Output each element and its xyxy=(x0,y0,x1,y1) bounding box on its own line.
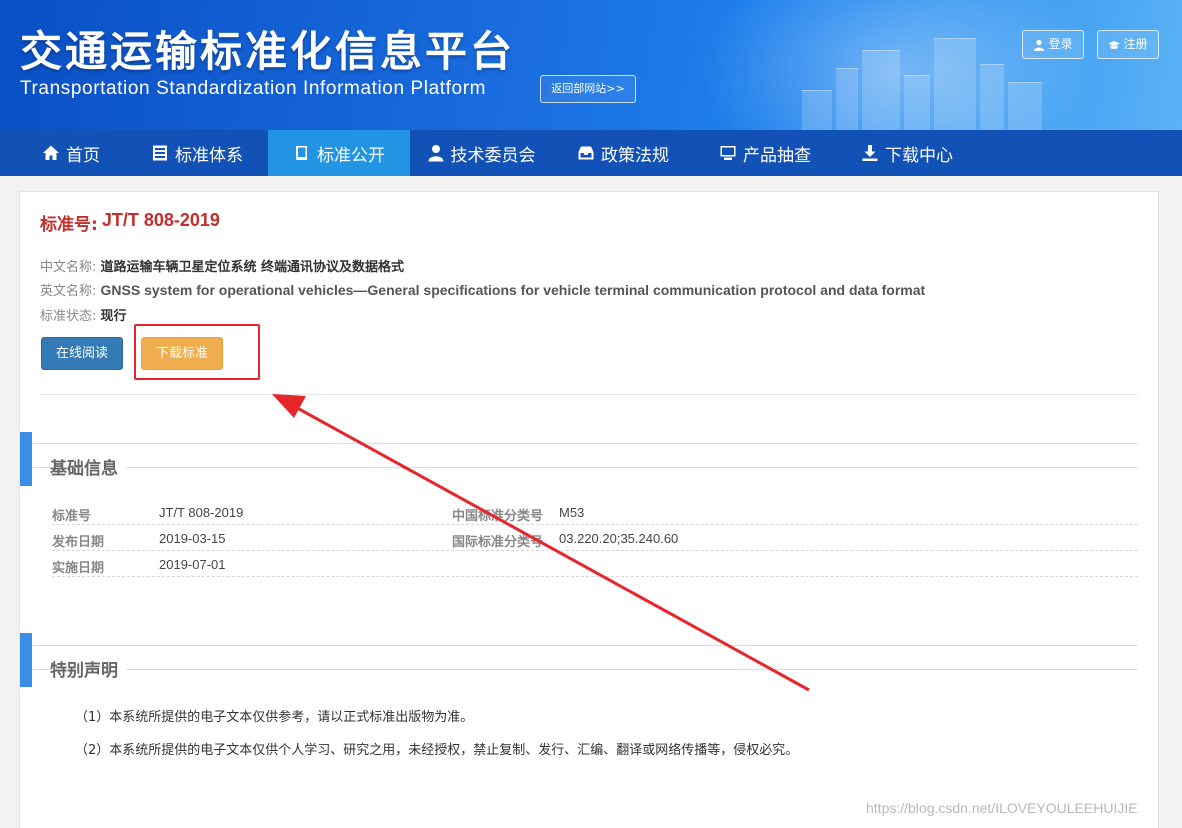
nav-item-download-center[interactable]: 下载中心 xyxy=(836,130,978,176)
notice-title: 特别声明 xyxy=(50,656,126,681)
main-nav: 首页 标准体系 标准公开 技术委员会 政策法规 产品抽查 下载中心 xyxy=(0,130,1182,176)
home-icon xyxy=(43,145,59,160)
info-key: 实施日期 xyxy=(52,561,105,576)
cn-name-value: 道路运输车辆卫星定位系统 终端通讯协议及数据格式 xyxy=(100,260,405,275)
section-accent-bar xyxy=(20,432,32,486)
en-name-value: GNSS system for operational vehicles—Gen… xyxy=(100,282,926,298)
basic-info-title: 基础信息 xyxy=(50,454,126,479)
nav-item-tech-committee[interactable]: 技术委员会 xyxy=(410,130,552,176)
nav-label: 标准体系 xyxy=(175,145,243,166)
user-icon xyxy=(428,145,443,162)
read-online-button[interactable]: 在线阅读 xyxy=(41,337,123,370)
info-key: 标准号 xyxy=(52,509,92,524)
section-divider-bottom xyxy=(32,669,1138,670)
user-icon xyxy=(1034,39,1045,51)
section-divider-top xyxy=(32,645,1138,646)
list-icon xyxy=(153,145,167,161)
nav-label: 产品抽查 xyxy=(743,145,811,166)
standard-number-heading: 标准号: JT/T 808-2019 xyxy=(40,210,220,235)
section-accent-bar xyxy=(20,633,32,687)
info-value: 03.220.20;35.240.60 xyxy=(559,531,679,546)
info-value: 2019-03-15 xyxy=(159,531,226,546)
watermark-text: https://blog.csdn.net/ILOVEYOULEEHUIJIE xyxy=(866,800,1138,816)
divider xyxy=(40,394,1138,395)
notice-item: （2）本系统所提供的电子文本仅供个人学习、研究之用，未经授权，禁止复制、发行、汇… xyxy=(75,743,799,758)
status-value: 现行 xyxy=(100,309,127,324)
site-header: 交通运输标准化信息平台 Transportation Standardizati… xyxy=(0,0,1182,130)
en-name-row: 英文名称: GNSS system for operational vehicl… xyxy=(40,280,925,299)
info-value: M53 xyxy=(559,505,585,520)
status-label: 标准状态: xyxy=(40,309,97,324)
site-subtitle: Transportation Standardization Informati… xyxy=(20,78,487,99)
nav-item-standard-public[interactable]: 标准公开 xyxy=(268,130,410,176)
nav-label: 技术委员会 xyxy=(450,145,536,166)
download-icon xyxy=(862,145,878,161)
info-key: 国际标准分类号 xyxy=(452,535,544,550)
annotation-highlight-box xyxy=(134,324,260,380)
login-label: 登录 xyxy=(1048,37,1073,51)
inbox-icon xyxy=(578,146,594,160)
table-row: 实施日期 2019-07-01 xyxy=(52,551,1138,577)
login-button[interactable]: 登录 xyxy=(1022,30,1084,59)
section-divider-bottom xyxy=(32,467,1138,468)
graduation-cap-icon xyxy=(1108,40,1121,49)
nav-label: 标准公开 xyxy=(317,145,385,166)
book-icon xyxy=(296,146,307,160)
info-value: 2019-07-01 xyxy=(159,557,226,572)
table-row: 发布日期 2019-03-15 国际标准分类号 03.220.20;35.240… xyxy=(52,525,1138,551)
nav-label: 首页 xyxy=(66,145,100,166)
nav-label: 政策法规 xyxy=(601,145,669,166)
nav-item-home[interactable]: 首页 xyxy=(0,130,142,176)
back-to-ministry-button[interactable]: 返回部网站>> xyxy=(540,75,636,103)
nav-item-standard-system[interactable]: 标准体系 xyxy=(126,130,268,176)
cn-name-row: 中文名称: 道路运输车辆卫星定位系统 终端通讯协议及数据格式 xyxy=(40,256,404,275)
table-row: 标准号 JT/T 808-2019 中国标准分类号 M53 xyxy=(52,499,1138,525)
info-key: 发布日期 xyxy=(52,535,105,550)
cn-name-label: 中文名称: xyxy=(40,260,97,275)
info-key: 中国标准分类号 xyxy=(452,509,544,524)
nav-item-product-check[interactable]: 产品抽查 xyxy=(694,130,836,176)
section-divider-top xyxy=(32,443,1138,444)
site-title: 交通运输标准化信息平台 xyxy=(20,27,516,76)
register-button[interactable]: 注册 xyxy=(1097,30,1159,59)
register-label: 注册 xyxy=(1123,37,1148,51)
en-name-label: 英文名称: xyxy=(40,284,97,299)
notice-item: （1）本系统所提供的电子文本仅供参考，请以正式标准出版物为准。 xyxy=(75,710,474,725)
status-row: 标准状态: 现行 xyxy=(40,305,127,324)
nav-label: 下载中心 xyxy=(885,145,953,166)
standard-number-value: JT/T 808-2019 xyxy=(101,210,220,230)
info-value: JT/T 808-2019 xyxy=(159,505,244,520)
nav-item-policy[interactable]: 政策法规 xyxy=(552,130,694,176)
monitor-icon xyxy=(720,146,736,160)
standard-number-label: 标准号: xyxy=(40,215,98,235)
standard-detail-card: 标准号: JT/T 808-2019 中文名称: 道路运输车辆卫星定位系统 终端… xyxy=(19,191,1159,828)
